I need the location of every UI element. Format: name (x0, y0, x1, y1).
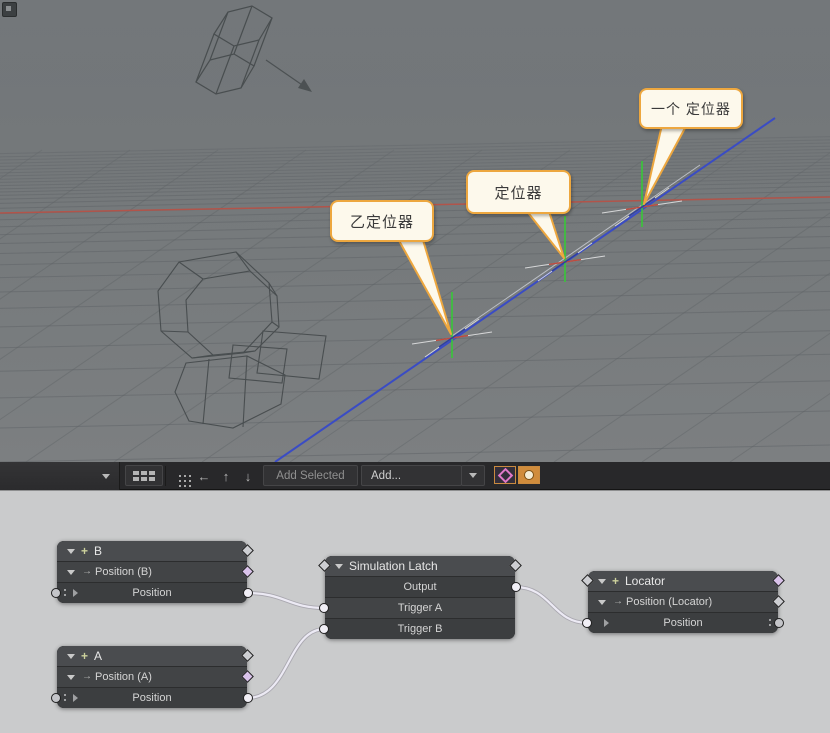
input-connector-dot[interactable] (319, 624, 329, 634)
node-b[interactable]: + B → Position (B) Position (57, 541, 247, 603)
schematic-view[interactable]: + B → Position (B) Position Si (0, 490, 830, 733)
wire-output-to-locator-position[interactable] (515, 587, 588, 623)
callout-locator-a: 一个 定位器 (639, 88, 743, 129)
nav-up-button[interactable]: ↑ (216, 467, 236, 485)
channel-label: Trigger B (325, 619, 515, 639)
channel-row-output[interactable]: Output (325, 576, 515, 597)
locator-item-icon: + (81, 646, 88, 666)
collapse-triangle-icon[interactable] (598, 600, 606, 605)
locator-item-icon: + (612, 571, 619, 591)
channel-label: Position (588, 613, 778, 633)
callout-text: 一个 定位器 (651, 99, 731, 119)
channel-row-position[interactable]: Position (588, 612, 778, 633)
channel-group-icon: → (82, 562, 92, 582)
node-a-header[interactable]: + A (57, 646, 247, 666)
node-a[interactable]: + A → Position (A) Position (57, 646, 247, 708)
columns-icon (133, 471, 155, 481)
output-connector-dot[interactable] (243, 693, 253, 703)
nav-down-button[interactable]: ↓ (238, 467, 258, 485)
diamond-icon (497, 467, 513, 483)
channel-group-label: Position (A) (95, 667, 152, 687)
chevron-down-icon (469, 473, 477, 478)
output-connector-dot[interactable] (243, 588, 253, 598)
locator-item-icon: + (81, 541, 88, 561)
node-locator-header[interactable]: + Locator (588, 571, 778, 591)
channel-row-trigger-b[interactable]: Trigger B (325, 618, 515, 639)
channel-group-row[interactable]: → Position (A) (57, 666, 247, 687)
channel-group-label: Position (Locator) (626, 592, 712, 612)
viewport-corner-widget[interactable] (2, 2, 17, 17)
channel-mini-dots-icon (769, 619, 771, 621)
add-selected-button[interactable]: Add Selected (263, 465, 358, 486)
show-channel-links-toggle[interactable] (518, 466, 540, 484)
input-connector-dot[interactable] (51, 588, 61, 598)
collapse-triangle-icon[interactable] (335, 564, 343, 569)
callout-locator: 定位器 (466, 170, 571, 214)
channel-label: Position (57, 583, 247, 603)
node-title: B (94, 541, 102, 561)
channel-label: Trigger A (325, 598, 515, 618)
locator-b-item[interactable] (412, 292, 492, 358)
input-connector-dot[interactable] (582, 618, 592, 628)
channel-group-icon: → (82, 667, 92, 687)
node-locator[interactable]: + Locator → Position (Locator) Position (588, 571, 778, 633)
channel-row-position[interactable]: Position (57, 582, 247, 603)
node-b-header[interactable]: + B (57, 541, 247, 561)
schematic-toolbar: ← ↑ ↓ Add Selected Add... (0, 462, 830, 490)
add-selected-label: Add Selected (276, 470, 344, 482)
view-columns-button[interactable] (125, 465, 163, 486)
node-title: Locator (625, 571, 665, 591)
collapse-triangle-icon[interactable] (67, 654, 75, 659)
circle-icon (524, 470, 534, 480)
channel-row-trigger-a[interactable]: Trigger A (325, 597, 515, 618)
input-connector-dot[interactable] (319, 603, 329, 613)
chevron-down-icon (102, 474, 110, 479)
collapse-triangle-icon[interactable] (67, 549, 75, 554)
add-dropdown-button[interactable] (461, 465, 485, 486)
grid-snap-button[interactable] (170, 467, 190, 485)
collapse-triangle-icon[interactable] (598, 579, 606, 584)
channel-group-row[interactable]: → Position (B) (57, 561, 247, 582)
nav-back-button[interactable]: ← (194, 467, 214, 485)
arrow-down-icon: ↓ (245, 469, 252, 484)
grid-dots-icon (179, 475, 181, 477)
channel-label: Output (325, 577, 515, 597)
channel-row-position[interactable]: Position (57, 687, 247, 708)
collapse-triangle-icon[interactable] (67, 675, 75, 680)
input-connector-dot[interactable] (51, 693, 61, 703)
channel-group-icon: → (613, 592, 623, 612)
callout-text: 乙定位器 (350, 211, 414, 232)
arrow-left-icon: ← (198, 469, 211, 484)
node-title: Simulation Latch (349, 556, 438, 576)
node-latch-header[interactable]: Simulation Latch (325, 556, 515, 576)
toolbar-separator (165, 466, 166, 486)
show-relationship-links-toggle[interactable] (494, 466, 516, 484)
workspace-dropdown[interactable] (0, 462, 120, 490)
callout-locator-b: 乙定位器 (330, 200, 434, 242)
channel-label: Position (57, 688, 247, 708)
modo-window: 乙定位器 定位器 一个 定位器 ← ↑ ↓ Add (0, 0, 830, 733)
callout-text: 定位器 (494, 182, 542, 203)
add-button[interactable]: Add... (361, 465, 462, 486)
add-label: Add... (371, 470, 401, 482)
arrow-up-icon: ↑ (223, 469, 230, 484)
channel-group-label: Position (B) (95, 562, 152, 582)
output-connector-dot[interactable] (774, 618, 784, 628)
3d-viewport[interactable]: 乙定位器 定位器 一个 定位器 (0, 0, 830, 462)
collapse-triangle-icon[interactable] (67, 570, 75, 575)
wireframe-camera-mesh[interactable] (158, 252, 326, 428)
connector-filter-group (494, 466, 540, 484)
channel-group-row[interactable]: → Position (Locator) (588, 591, 778, 612)
node-simulation-latch[interactable]: Simulation Latch Output Trigger A Trigge… (325, 556, 515, 639)
locator-item[interactable] (525, 216, 605, 282)
output-connector-dot[interactable] (511, 582, 521, 592)
node-title: A (94, 646, 102, 666)
